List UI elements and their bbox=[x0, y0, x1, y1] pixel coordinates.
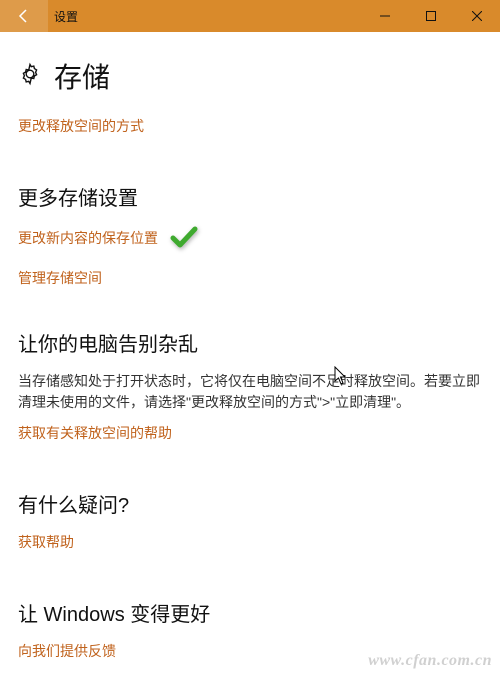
link-row-save-location: 更改新内容的保存位置 bbox=[18, 225, 482, 254]
checkmark-icon bbox=[170, 225, 198, 254]
section-more-storage: 更多存储设置 更改新内容的保存位置 管理存储空间 bbox=[18, 182, 482, 292]
page-header: 存储 bbox=[18, 56, 482, 96]
back-button[interactable] bbox=[0, 0, 48, 32]
window-controls bbox=[362, 0, 500, 32]
link-change-free-method[interactable]: 更改释放空间的方式 bbox=[18, 116, 144, 136]
link-get-help[interactable]: 获取帮助 bbox=[18, 532, 74, 552]
minimize-button[interactable] bbox=[362, 0, 408, 32]
link-free-space-help[interactable]: 获取有关释放空间的帮助 bbox=[18, 423, 172, 443]
section-body-clutter: 当存储感知处于打开状态时，它将仅在电脑空间不足时释放空间。若要立即清理未使用的文… bbox=[18, 371, 482, 413]
section-title-clutter: 让你的电脑告别杂乱 bbox=[18, 328, 482, 357]
section-question: 有什么疑问? 获取帮助 bbox=[18, 489, 482, 556]
titlebar: 设置 bbox=[0, 0, 500, 32]
maximize-button[interactable] bbox=[408, 0, 454, 32]
link-feedback[interactable]: 向我们提供反馈 bbox=[18, 641, 116, 661]
page-title: 存储 bbox=[54, 56, 110, 96]
watermark: www.cfan.com.cn bbox=[368, 652, 492, 670]
arrow-left-icon bbox=[16, 8, 32, 24]
section-clutter: 让你的电脑告别杂乱 当存储感知处于打开状态时，它将仅在电脑空间不足时释放空间。若… bbox=[18, 328, 482, 447]
minimize-icon bbox=[380, 11, 390, 21]
maximize-icon bbox=[426, 11, 436, 21]
section-title-better: 让 Windows 变得更好 bbox=[18, 598, 482, 627]
close-icon bbox=[472, 11, 482, 21]
link-save-location[interactable]: 更改新内容的保存位置 bbox=[18, 228, 158, 248]
content-area: 存储 更改释放空间的方式 更多存储设置 更改新内容的保存位置 管理存储空间 让你… bbox=[0, 32, 500, 665]
gear-icon bbox=[18, 62, 42, 91]
section-title-question: 有什么疑问? bbox=[18, 489, 482, 518]
close-button[interactable] bbox=[454, 0, 500, 32]
section-title-more: 更多存储设置 bbox=[18, 182, 482, 211]
link-manage-storage[interactable]: 管理存储空间 bbox=[18, 268, 102, 288]
window-title: 设置 bbox=[54, 8, 362, 25]
